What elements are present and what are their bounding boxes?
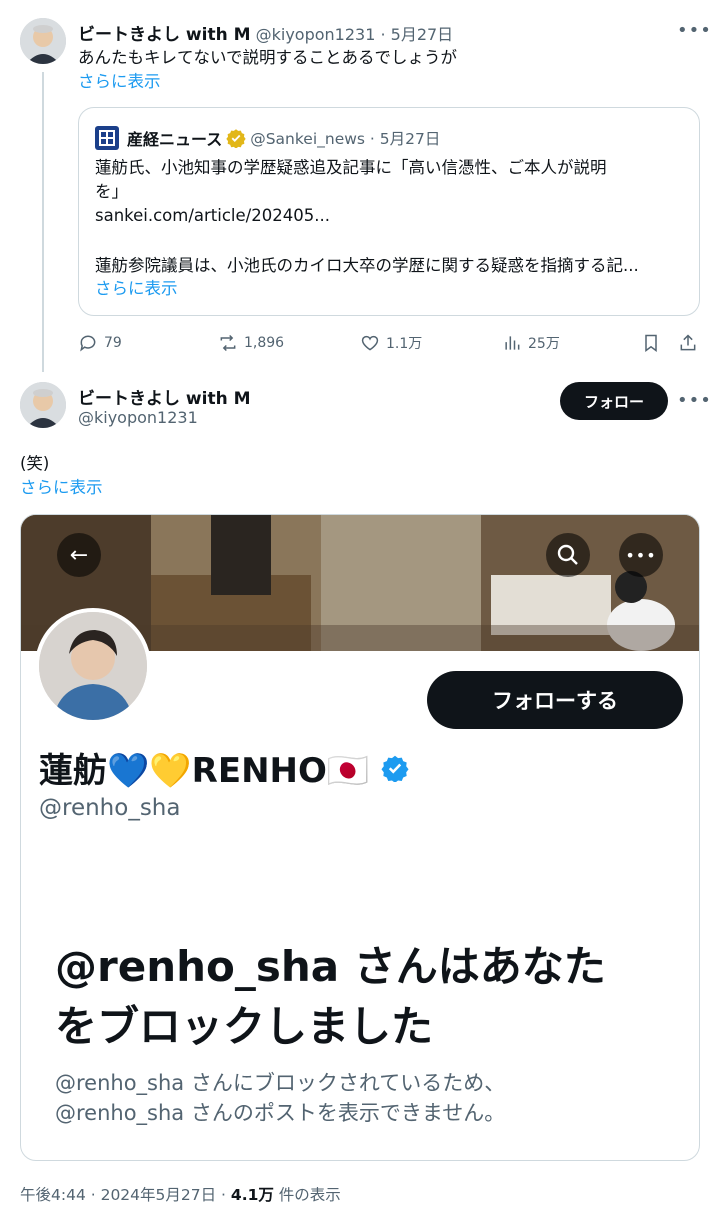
tweet2-handle[interactable]: @kiyopon1231 (78, 408, 198, 427)
attached-image[interactable]: ← ••• フォローする 蓮舫💙💛RENHO🇯🇵 @renho_sha @ren… (20, 514, 700, 1161)
profile-name: 蓮舫💙💛RENHO🇯🇵 (39, 751, 370, 791)
follow-profile-button[interactable]: フォローする (427, 671, 683, 729)
follow-button[interactable]: フォロー (560, 382, 668, 420)
quoted-tweet-card[interactable]: 産経ニュース @Sankei_news · 5月27日 蓮舫氏、小池知事の学歴疑… (78, 107, 700, 316)
more-dots-icon-3[interactable]: ••• (619, 533, 663, 577)
blocked-subtitle: @renho_sha さんにブロックされているため、 @renho_sha さん… (55, 1068, 505, 1128)
views-action[interactable]: 25万 (502, 330, 560, 356)
repost-icon (220, 334, 236, 352)
quote-show-more[interactable]: さらに表示 (95, 277, 178, 301)
more-dots-icon[interactable]: ••• (677, 20, 712, 41)
tweet2-show-more[interactable]: さらに表示 (20, 476, 103, 500)
verified-gold-icon (226, 129, 246, 148)
display-name[interactable]: ビートきよし with M (78, 25, 251, 45)
share-action[interactable] (678, 330, 698, 356)
verified-blue-icon (381, 755, 409, 782)
repost-action[interactable]: 1,896 (218, 330, 284, 356)
like-action[interactable]: 1.1万 (360, 330, 422, 356)
avatar-kiyopon[interactable] (20, 18, 66, 64)
time-date: 午後4:44 · 2024年5月27日 · (20, 1186, 231, 1204)
quote-handle-date[interactable]: @Sankei_news · 5月27日 (250, 127, 440, 149)
footer-views-label: 件の表示 (273, 1186, 341, 1204)
profile-name-row: 蓮舫💙💛RENHO🇯🇵 (39, 743, 409, 792)
blocked-sub-line2: @renho_sha さんのポストを表示できません。 (55, 1101, 506, 1125)
heart-icon (361, 335, 379, 351)
like-count: 1.1万 (386, 336, 423, 352)
profile-handle: @renho_sha (39, 795, 181, 821)
avatar-kiyopon-2[interactable] (20, 382, 66, 428)
blocked-title-line1: @renho_sha さんはあなた (55, 942, 606, 991)
quote-line2: を」 (95, 182, 128, 201)
search-icon[interactable] (546, 533, 590, 577)
bookmark-icon (645, 334, 657, 352)
reply-icon (80, 335, 96, 352)
tweet1-text: あんたもキレてないで説明することあるでしょうが (78, 48, 458, 67)
blocked-title: @renho_sha さんはあなた をブロックしました (55, 937, 606, 1057)
reply-count: 79 (104, 335, 122, 351)
footer-views-count: 4.1万 (230, 1186, 274, 1204)
more-dots-icon-2[interactable]: ••• (677, 390, 712, 411)
views-count: 25万 (528, 336, 560, 352)
thread-line (42, 72, 44, 372)
quote-line4: 蓮舫参院議員は、小池氏のカイロ大卒の学歴に関する疑惑を指摘する記... (95, 256, 639, 275)
profile-avatar[interactable] (35, 608, 151, 724)
share-icon (680, 334, 696, 351)
tweet2-display-name[interactable]: ビートきよし with M (78, 384, 251, 409)
tweet1-header: ビートきよし with M @kiyopon1231 · 5月27日 (78, 20, 453, 45)
tweet2-text: (笑) (20, 454, 50, 473)
bookmark-action[interactable] (641, 330, 661, 356)
quote-link[interactable]: sankei.com/article/202405... (95, 204, 330, 228)
handle-date[interactable]: @kiyopon1231 · 5月27日 (256, 25, 454, 44)
blocked-title-line2: をブロックしました (55, 1002, 434, 1051)
reply-action[interactable]: 79 (78, 330, 122, 356)
views-chart-icon (505, 336, 520, 350)
blocked-sub-line1: @renho_sha さんにブロックされているため、 (55, 1071, 506, 1095)
repost-count: 1,896 (244, 335, 285, 351)
sankei-logo (95, 126, 119, 150)
quote-line1: 蓮舫氏、小池知事の学歴疑惑追及記事に「高い信憑性、ご本人が説明 (95, 158, 607, 177)
quote-display-name[interactable]: 産経ニュース (127, 126, 222, 150)
show-more-link[interactable]: さらに表示 (78, 70, 161, 94)
tweet-timestamp[interactable]: 午後4:44 · 2024年5月27日 · 4.1万 件の表示 (20, 1183, 341, 1205)
back-arrow-icon[interactable]: ← (57, 533, 101, 577)
